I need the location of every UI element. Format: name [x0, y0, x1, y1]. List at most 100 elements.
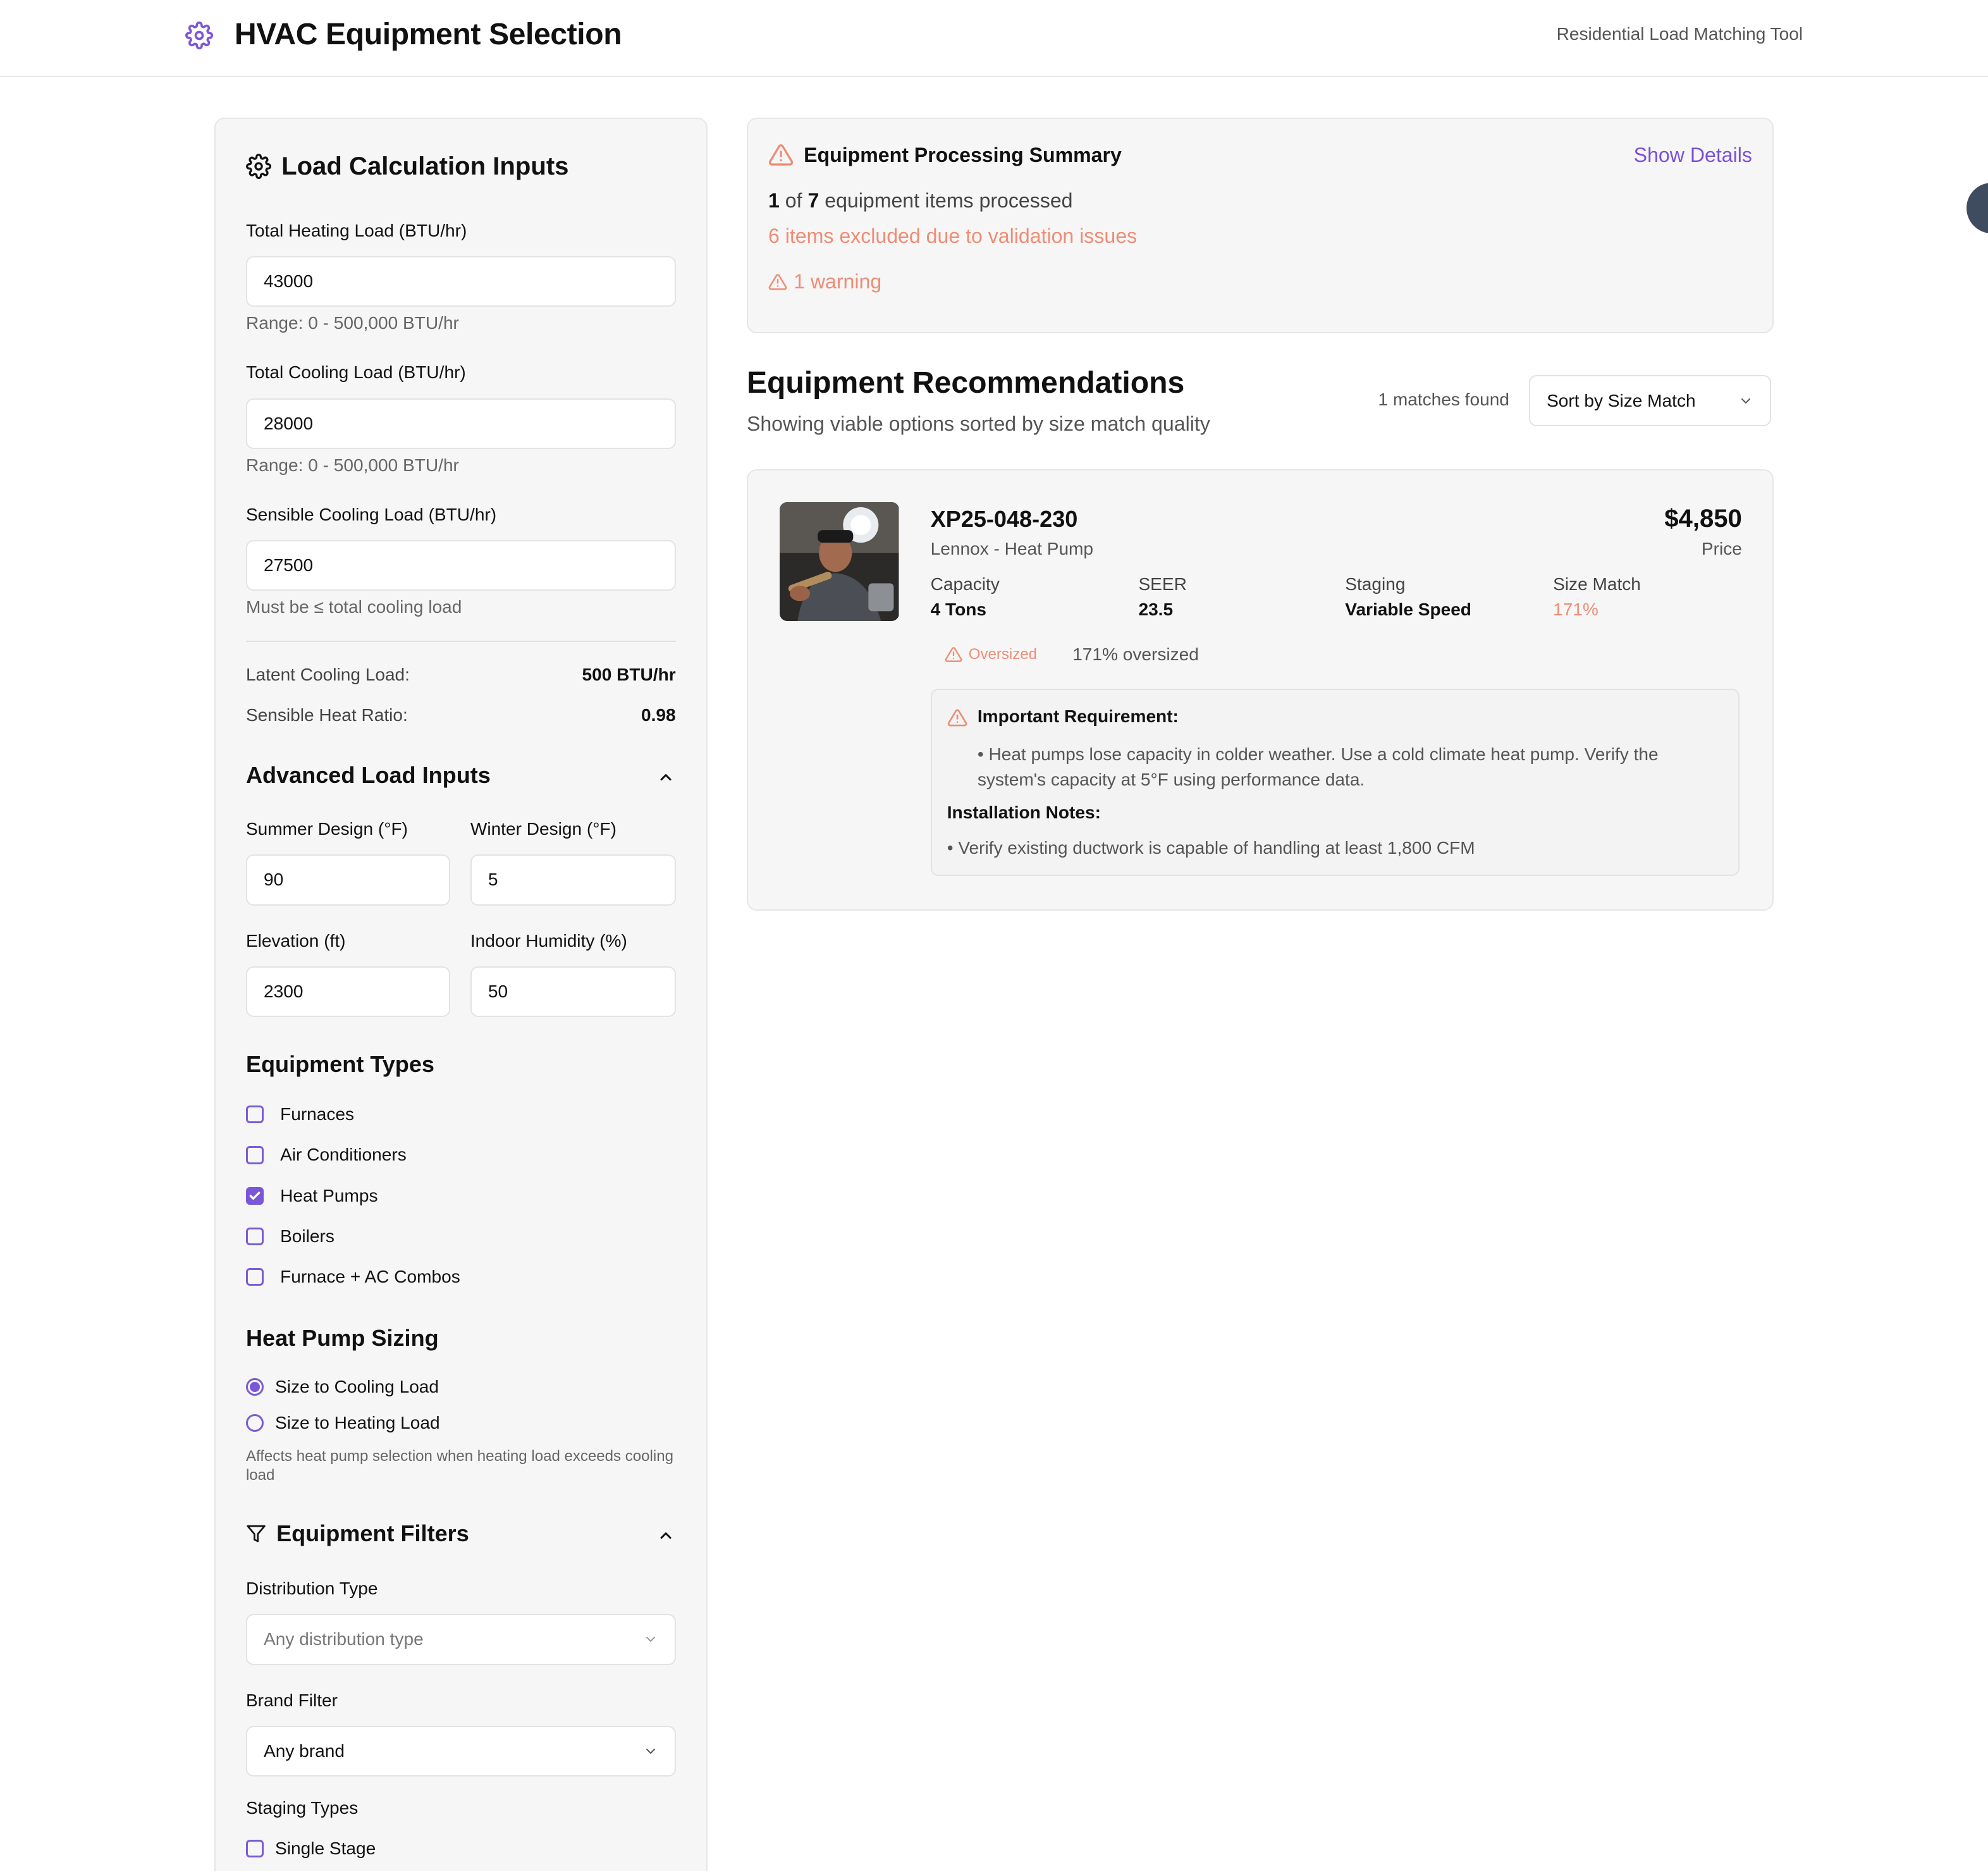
- processed-suffix: equipment items processed: [825, 188, 1073, 212]
- elevation-label: Elevation (ft): [245, 930, 346, 951]
- warning-count[interactable]: 1 warning: [768, 270, 881, 293]
- load-inputs-panel: Load Calculation Inputs Total Heating Lo…: [214, 118, 708, 1872]
- radio-button-selected[interactable]: [245, 1378, 264, 1396]
- summer-design-label: Summer Design (°F): [245, 819, 408, 839]
- processed-count: 1: [768, 188, 780, 212]
- matches-count: 1 matches found: [1378, 389, 1509, 409]
- equipment-card[interactable]: XP25-048-230 Lennox - Heat Pump $4,850 P…: [746, 469, 1774, 911]
- checkbox-label: Air Conditioners: [280, 1145, 407, 1165]
- spec-size-match: Size Match 171%: [1553, 574, 1641, 620]
- checkbox-furnaces[interactable]: Furnaces: [245, 1104, 355, 1124]
- brand-select-value: Any brand: [264, 1740, 345, 1761]
- chevron-up-icon[interactable]: [657, 768, 675, 786]
- cooling-load-hint: Range: 0 - 500,000 BTU/hr: [245, 455, 459, 475]
- summary-title: Equipment Processing Summary: [804, 143, 1122, 166]
- spec-label: SEER: [1138, 574, 1187, 594]
- requirement-text: • Heat pumps lose capacity in colder wea…: [977, 744, 1659, 789]
- processing-summary: Equipment Processing Summary Show Detail…: [746, 118, 1774, 334]
- checkbox-box[interactable]: [245, 1840, 264, 1858]
- spec-value: 23.5: [1138, 600, 1174, 620]
- recommendations-title: Equipment Recommendations: [746, 366, 1185, 400]
- spec-value: 4 Tons: [930, 600, 987, 620]
- elevation-input[interactable]: 2300: [245, 966, 450, 1017]
- filter-icon: [247, 1525, 266, 1543]
- brand-filter-label: Brand Filter: [245, 1690, 338, 1710]
- settings-icon: [246, 154, 271, 180]
- processed-text: 1 of 7 equipment items processed: [768, 189, 1073, 212]
- checkbox-label: Boilers: [280, 1226, 334, 1246]
- spec-label: Capacity: [930, 574, 1000, 594]
- equipment-types-title: Equipment Types: [245, 1051, 434, 1078]
- checkbox-label: Furnaces: [280, 1104, 355, 1124]
- sort-value: Sort by Size Match: [1547, 390, 1696, 410]
- checkbox-label: Furnace + AC Combos: [280, 1266, 460, 1286]
- distribution-placeholder: Any distribution type: [264, 1629, 424, 1649]
- cooling-load-input[interactable]: 28000: [245, 398, 676, 449]
- installation-title: Installation Notes:: [947, 803, 1101, 823]
- spec-value: Variable Speed: [1345, 600, 1471, 620]
- humidity-label: Indoor Humidity (%): [470, 930, 627, 951]
- heating-load-hint: Range: 0 - 500,000 BTU/hr: [245, 313, 459, 333]
- check-icon: [249, 1191, 261, 1200]
- excluded-text: 6 items excluded due to validation issue…: [768, 224, 1138, 247]
- floating-action-button[interactable]: [1966, 182, 1988, 233]
- app-title: HVAC Equipment Selection: [234, 17, 622, 52]
- sort-select[interactable]: Sort by Size Match: [1529, 375, 1771, 426]
- alert-triangle-icon: [768, 273, 787, 290]
- price-value: $4,850: [1664, 504, 1742, 533]
- filters-title: Equipment Filters: [276, 1520, 469, 1546]
- chevron-down-icon: [1741, 398, 1750, 403]
- processed-of: of: [785, 188, 802, 212]
- checkbox-box-checked[interactable]: [245, 1186, 264, 1205]
- chevron-down-icon: [646, 1748, 655, 1754]
- oversized-badge: Oversized: [945, 646, 1037, 663]
- cooling-load-label: Total Cooling Load (BTU/hr): [245, 362, 466, 383]
- distribution-select[interactable]: Any distribution type: [245, 1614, 676, 1665]
- advanced-section-title: Advanced Load Inputs: [245, 761, 491, 788]
- spec-value: 171%: [1553, 600, 1598, 620]
- panel-header: Load Calculation Inputs: [246, 152, 569, 181]
- radio-button[interactable]: [245, 1413, 264, 1432]
- brand-type: Lennox - Heat Pump: [930, 539, 1094, 559]
- badge-label: Oversized: [968, 645, 1038, 663]
- radio-size-cooling[interactable]: Size to Cooling Load: [245, 1377, 439, 1397]
- latent-load-value: 500 BTU/hr: [582, 664, 676, 684]
- sensible-load-input[interactable]: 27500: [245, 540, 676, 591]
- distribution-label: Distribution Type: [245, 1579, 378, 1599]
- checkbox-box[interactable]: [245, 1227, 264, 1245]
- checkbox-box[interactable]: [245, 1267, 264, 1286]
- chevron-up-icon[interactable]: [657, 1527, 675, 1544]
- spec-capacity: Capacity 4 Tons: [931, 574, 1000, 620]
- panel-title: Load Calculation Inputs: [281, 152, 569, 180]
- checkbox-furnace-ac-combos[interactable]: Furnace + AC Combos: [245, 1266, 460, 1287]
- checkbox-single-stage[interactable]: Single Stage: [245, 1838, 376, 1859]
- processed-total: 7: [807, 188, 819, 212]
- show-details-link[interactable]: Show Details: [1634, 144, 1752, 167]
- equipment-photo: [780, 502, 899, 622]
- winter-design-input[interactable]: 5: [470, 854, 676, 906]
- heating-load-input[interactable]: 43000: [245, 256, 676, 307]
- summer-design-input[interactable]: 90: [245, 854, 450, 906]
- shr-row: Sensible Heat Ratio: 0.98: [246, 705, 676, 725]
- checkbox-heat-pumps[interactable]: Heat Pumps: [245, 1185, 378, 1206]
- checkbox-label: Heat Pumps: [280, 1185, 378, 1205]
- price-label: Price: [1701, 539, 1742, 559]
- humidity-input[interactable]: 50: [470, 966, 676, 1017]
- brand-select[interactable]: Any brand: [245, 1725, 676, 1777]
- checkbox-boilers[interactable]: Boilers: [245, 1226, 334, 1247]
- sensible-load-label: Sensible Cooling Load (BTU/hr): [245, 504, 497, 524]
- installation-text: • Verify existing ductwork is capable of…: [947, 838, 1475, 858]
- warning-text: 1 warning: [794, 270, 882, 293]
- alert-triangle-icon: [768, 144, 794, 166]
- spec-label: Staging: [1345, 574, 1406, 594]
- latent-load-row: Latent Cooling Load: 500 BTU/hr: [246, 665, 676, 685]
- app-header: HVAC Equipment Selection Residential Loa…: [0, 0, 1988, 78]
- checkbox-air-conditioners[interactable]: Air Conditioners: [245, 1145, 407, 1165]
- checkbox-box[interactable]: [245, 1146, 264, 1164]
- checkbox-label: Single Stage: [275, 1838, 376, 1859]
- recommendations-subtitle: Showing viable options sorted by size ma…: [746, 412, 1210, 435]
- radio-size-heating[interactable]: Size to Heating Load: [245, 1413, 440, 1433]
- checkbox-box[interactable]: [245, 1105, 264, 1124]
- divider: [245, 640, 676, 642]
- filters-header[interactable]: Equipment Filters: [246, 1520, 469, 1547]
